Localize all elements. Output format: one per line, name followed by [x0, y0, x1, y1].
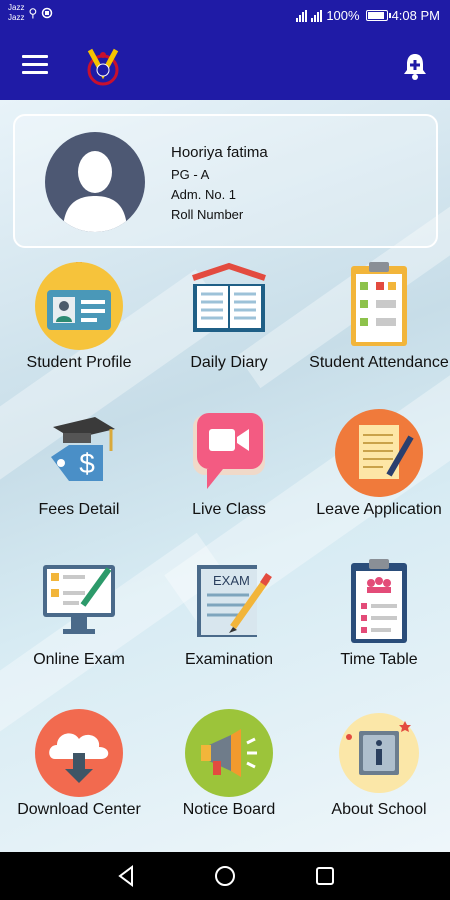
usb-icon: ⚲	[28, 6, 38, 20]
hamburger-menu-icon[interactable]	[22, 55, 48, 75]
menu-label: About School	[331, 801, 427, 818]
back-icon[interactable]	[114, 864, 138, 888]
menu-online-exam[interactable]: Online Exam	[4, 557, 154, 670]
menu-label: Daily Diary	[190, 354, 268, 371]
menu-label: Fees Detail	[38, 501, 120, 518]
battery-percent: 100%	[326, 8, 360, 23]
clipboard-people-icon	[351, 559, 407, 643]
menu-student-attendance[interactable]: Student Attendance	[304, 260, 450, 373]
battery-icon	[365, 10, 391, 21]
menu-live-class[interactable]: Live Class	[154, 407, 304, 520]
menu-label: Examination	[184, 651, 274, 668]
menu-label: Student Attendance	[309, 354, 449, 371]
menu-fees-detail[interactable]: $ Fees Detail	[4, 407, 154, 520]
menu-time-table[interactable]: Time Table	[304, 557, 450, 670]
menu-label: Notice Board	[182, 801, 276, 818]
app-bar	[0, 32, 450, 100]
id-card-icon	[35, 262, 123, 350]
menu-label: Leave Application	[316, 501, 442, 518]
home-icon[interactable]	[213, 864, 237, 888]
avatar	[45, 132, 145, 232]
student-class: PG - A	[171, 167, 210, 182]
status-bar: Jazz Jazz ⚲ 100% 4:08 PM	[0, 0, 450, 32]
system-nav-bar	[0, 852, 450, 900]
cloud-download-icon	[35, 709, 123, 797]
video-camera-icon	[193, 413, 265, 489]
fees-tag-icon: $	[51, 417, 115, 481]
signal-icon	[296, 9, 308, 22]
user-silhouette-icon	[63, 151, 127, 232]
menu-download-center[interactable]: Download Center	[4, 707, 154, 820]
profile-card[interactable]: Hooriya fatima PG - A Adm. No. 1 Roll Nu…	[13, 114, 438, 248]
dashboard: Hooriya fatima PG - A Adm. No. 1 Roll Nu…	[0, 100, 450, 852]
student-name: Hooriya fatima	[171, 144, 268, 161]
notification-bell-icon[interactable]	[402, 52, 428, 80]
menu-examination[interactable]: EXAM Examination	[154, 557, 304, 670]
clipboard-checklist-icon	[351, 262, 407, 346]
info-icon	[339, 713, 419, 793]
carrier-names: Jazz Jazz	[8, 3, 24, 23]
monitor-checklist-icon	[43, 565, 115, 634]
signal-icon	[311, 9, 323, 22]
carrier-2: Jazz	[8, 13, 25, 22]
school-logo	[87, 48, 119, 86]
admission-number: Adm. No. 1	[171, 187, 237, 202]
svg-text:$: $	[79, 448, 95, 479]
menu-notice-board[interactable]: Notice Board	[154, 707, 304, 820]
data-saver-icon	[42, 7, 53, 19]
menu-about-school[interactable]: About School	[304, 707, 450, 820]
menu-leave-application[interactable]: Leave Application	[304, 407, 450, 520]
recent-apps-icon[interactable]	[313, 864, 337, 888]
carrier-1: Jazz	[8, 3, 25, 12]
book-icon	[192, 262, 266, 332]
menu-label: Download Center	[17, 801, 141, 818]
menu-label: Online Exam	[33, 651, 125, 668]
megaphone-icon	[185, 709, 273, 797]
menu-label: Time Table	[340, 651, 418, 668]
clock: 4:08 PM	[391, 8, 440, 23]
menu-label: Student Profile	[26, 354, 132, 371]
menu-student-profile[interactable]: Student Profile	[4, 260, 154, 373]
menu-daily-diary[interactable]: Daily Diary	[154, 260, 304, 373]
menu-label: Live Class	[192, 501, 266, 518]
note-pen-icon	[335, 409, 423, 497]
svg-text:EXAM: EXAM	[213, 573, 250, 588]
roll-number: Roll Number	[171, 207, 244, 222]
exam-paper-icon: EXAM	[197, 565, 272, 637]
